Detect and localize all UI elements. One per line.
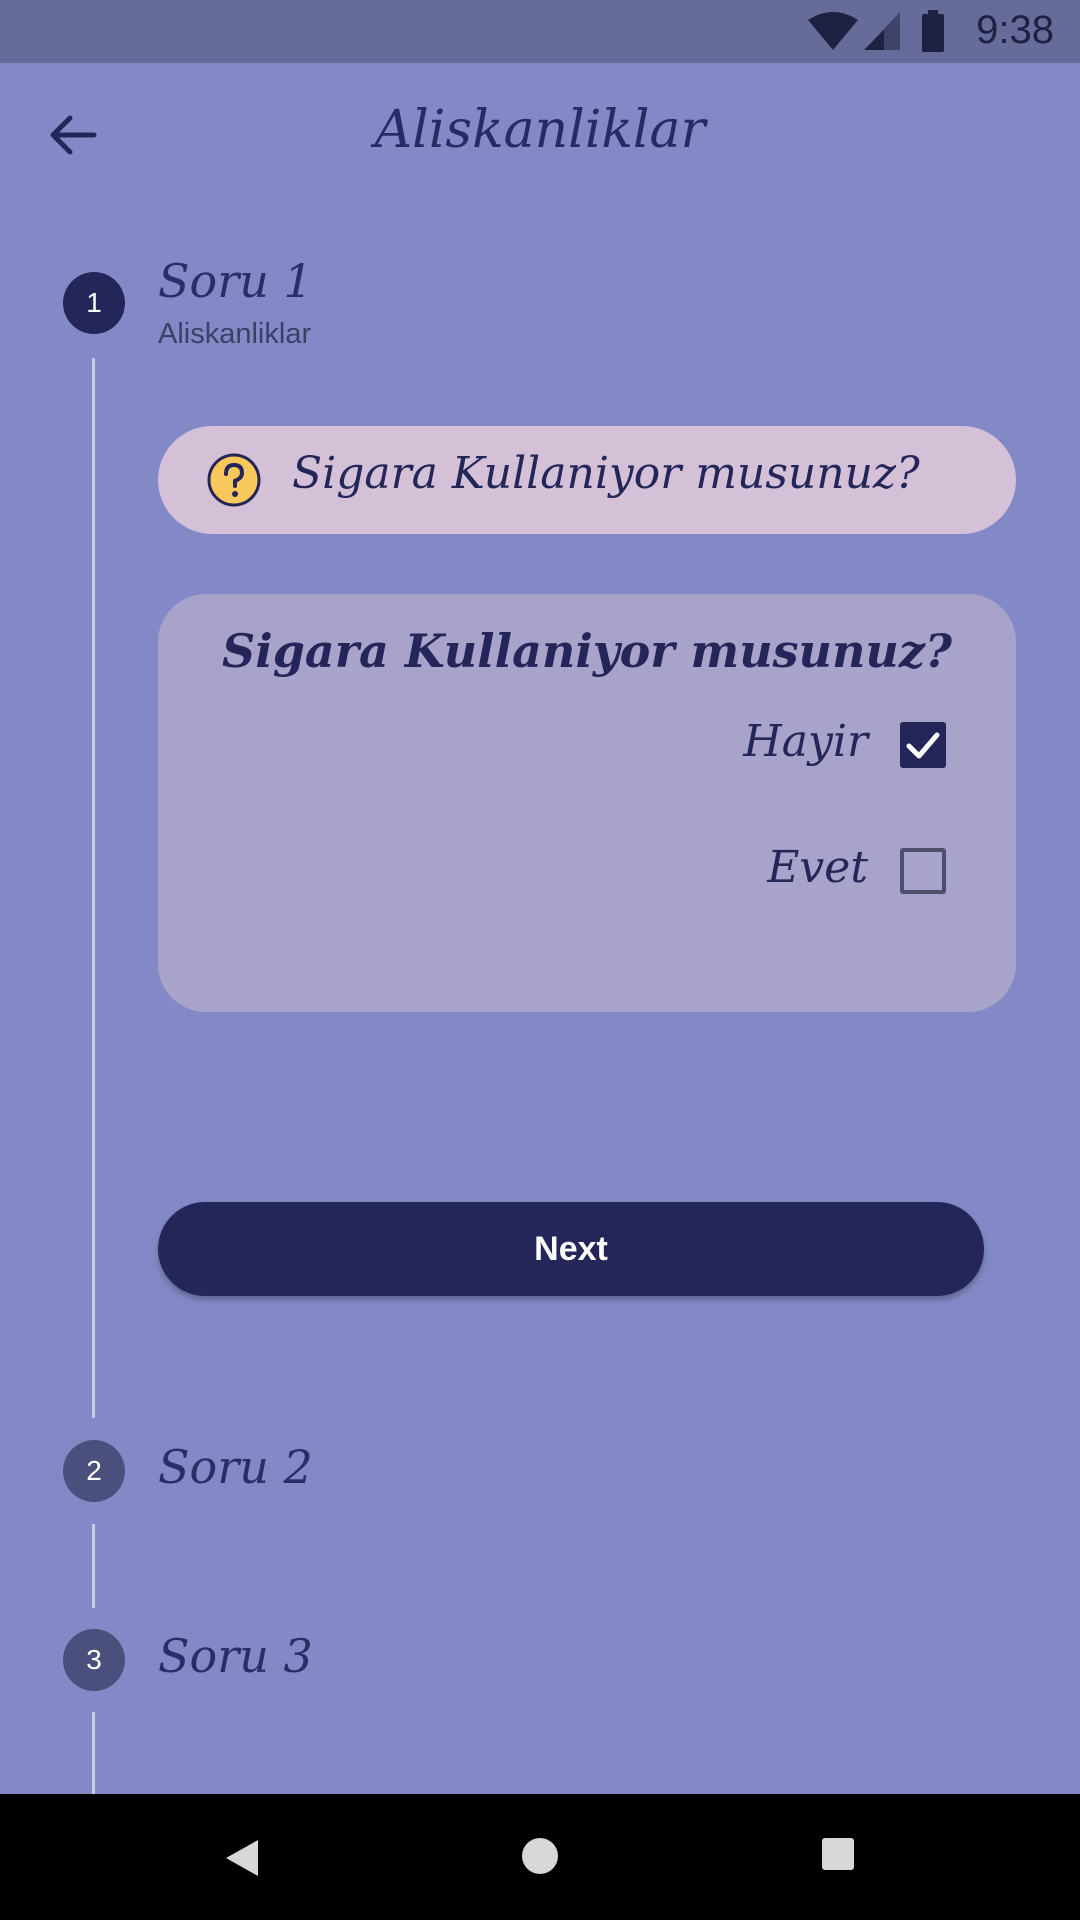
next-button[interactable]: Next	[158, 1202, 984, 1296]
option-hayir-checkbox[interactable]	[900, 722, 946, 768]
status-bar: 9:38	[0, 0, 1080, 63]
step-connector	[92, 1524, 95, 1608]
step-2-title[interactable]: Soru 2	[158, 1440, 313, 1494]
option-hayir-label: Hayir	[743, 716, 868, 767]
navigation-bar	[0, 1794, 1080, 1920]
step-1-indicator: 1	[63, 272, 125, 334]
page-title: Aliskanliklar	[374, 100, 706, 160]
step-1-subtitle: Aliskanliklar	[158, 318, 312, 350]
signal-icon	[864, 12, 900, 50]
check-icon	[906, 732, 940, 759]
option-evet[interactable]: Evet	[646, 842, 946, 898]
step-connector	[92, 1712, 95, 1794]
option-evet-label: Evet	[767, 842, 868, 893]
step-3-title[interactable]: Soru 3	[158, 1629, 313, 1683]
options-card-title: Sigara Kullaniyor musunuz?	[222, 624, 952, 678]
nav-recents-icon[interactable]	[820, 1836, 856, 1872]
question-icon	[207, 453, 261, 507]
question-text: Sigara Kullaniyor musunuz?	[292, 448, 920, 499]
status-time: 9:38	[976, 8, 1054, 52]
options-card: Sigara Kullaniyor musunuz? Hayir Evet	[158, 594, 1016, 1012]
step-connector	[92, 358, 95, 1418]
nav-home-icon[interactable]	[520, 1836, 560, 1876]
option-hayir[interactable]: Hayir	[646, 716, 946, 772]
step-1-title[interactable]: Soru 1	[158, 254, 313, 308]
step-2-indicator: 2	[63, 1440, 125, 1502]
battery-icon	[922, 10, 944, 52]
question-banner: Sigara Kullaniyor musunuz?	[158, 426, 1016, 534]
nav-back-icon[interactable]	[222, 1838, 262, 1878]
step-3-indicator: 3	[63, 1629, 125, 1691]
option-evet-checkbox[interactable]	[900, 848, 946, 894]
wifi-icon	[808, 12, 858, 50]
